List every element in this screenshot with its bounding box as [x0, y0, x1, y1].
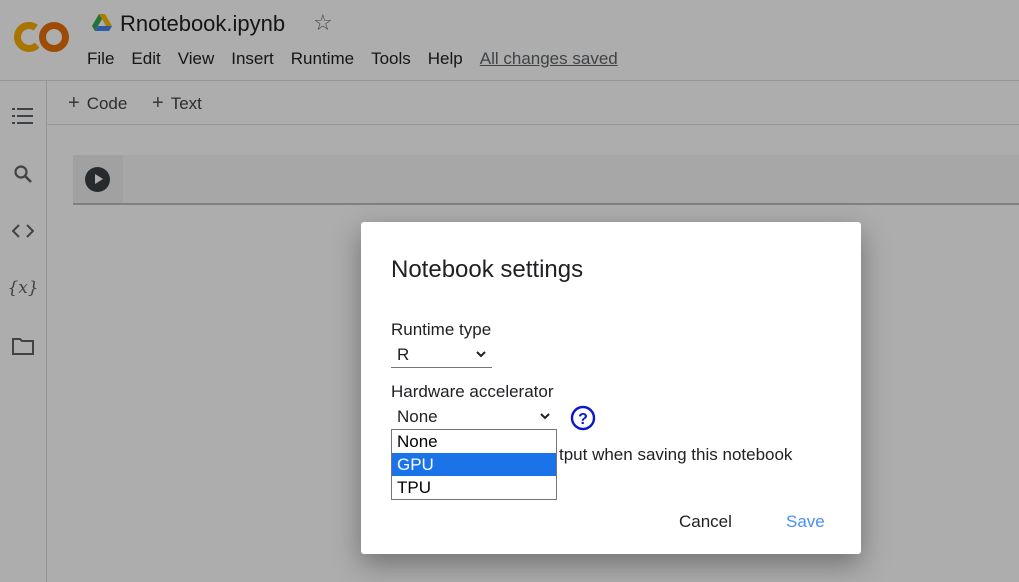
option-gpu[interactable]: GPU: [392, 453, 556, 476]
dialog-title: Notebook settings: [391, 256, 584, 283]
option-none[interactable]: None: [392, 430, 556, 453]
hardware-accelerator-label: Hardware accelerator: [391, 382, 554, 401]
runtime-type-label: Runtime type: [391, 320, 492, 339]
omit-output-checkbox-label[interactable]: tput when saving this notebook: [559, 445, 792, 465]
chevron-down-icon: [540, 413, 550, 420]
hardware-accelerator-value: None: [397, 407, 438, 426]
runtime-type-select[interactable]: R: [391, 343, 492, 368]
hardware-accelerator-dropdown: None GPU TPU: [391, 429, 557, 500]
save-button[interactable]: Save: [786, 512, 825, 532]
notebook-settings-dialog: Notebook settings Runtime type R Hardwar…: [361, 222, 861, 554]
option-tpu[interactable]: TPU: [392, 476, 556, 499]
help-icon[interactable]: ?: [570, 405, 596, 431]
chevron-down-icon: [476, 351, 486, 358]
cancel-button[interactable]: Cancel: [679, 512, 732, 532]
svg-text:?: ?: [578, 411, 588, 428]
runtime-type-value: R: [397, 345, 410, 364]
hardware-accelerator-select[interactable]: None: [391, 405, 555, 430]
